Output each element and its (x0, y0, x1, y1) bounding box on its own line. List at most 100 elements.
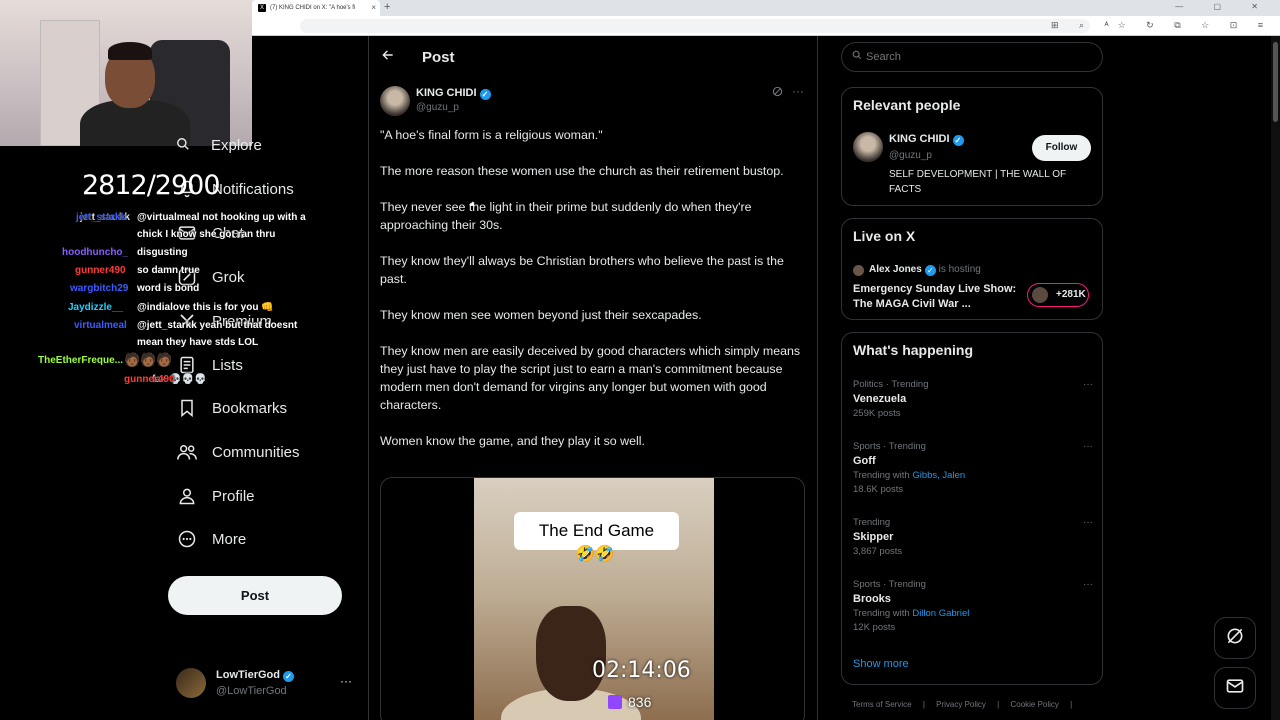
live-host[interactable]: Alex Jones ✓ is hosting (869, 264, 981, 276)
cookie-link[interactable]: Cookie Policy (1010, 700, 1058, 709)
host-name: Alex Jones (869, 264, 922, 275)
new-tab-button[interactable]: + (384, 1, 390, 13)
more-icon[interactable]: ··· (1083, 441, 1093, 452)
nav-label: Grok (212, 268, 245, 286)
card-title: Live on X (853, 228, 916, 244)
viewer-count: 836 (628, 694, 652, 710)
trend-with: Trending with Gibbs, Jalen (853, 470, 1093, 481)
url-field[interactable] (300, 19, 1090, 33)
person-bio: SELF DEVELOPMENT | THE WALL OF FACTS (889, 169, 1067, 195)
nav-profile[interactable]: Profile (176, 481, 255, 511)
search-input[interactable]: Search (841, 42, 1103, 72)
scrollbar-thumb[interactable] (1273, 42, 1278, 122)
terms-link[interactable]: Terms of Service (852, 700, 912, 709)
video-person-head (536, 606, 606, 701)
grok-fab[interactable] (1214, 617, 1256, 659)
follow-button[interactable]: Follow (1032, 135, 1091, 161)
privacy-link[interactable]: Privacy Policy (936, 700, 986, 709)
webcam-person-hair (108, 42, 152, 60)
account-switcher[interactable]: LowTierGod ✓ @LowTierGod ··· (176, 666, 356, 702)
trend-posts: 3,867 posts (853, 546, 903, 557)
person-name-row[interactable]: KING CHIDI ✓ (889, 133, 964, 146)
trend-posts: 18.6K posts (853, 484, 904, 495)
account-name: LowTierGod (216, 669, 280, 681)
trend-with-prefix: Trending with (853, 608, 910, 619)
trend-with-links[interactable]: Gibbs, Jalen (912, 470, 965, 481)
messages-fab[interactable] (1214, 667, 1256, 709)
author-name-row[interactable]: KING CHIDI ✓ (416, 87, 491, 100)
browser-toolbar-icons[interactable]: ⊞ ⌕ ᴬ☆ ↻ ⧉ ☆ ⊡ ≡ (1051, 20, 1272, 31)
post-paragraph: They know men are easily deceived by goo… (380, 344, 801, 412)
person-handle[interactable]: @guzu_p (889, 150, 932, 161)
nav-communities[interactable]: Communities (176, 437, 300, 467)
more-icon[interactable]: ··· (1083, 579, 1093, 590)
listener-count-badge[interactable]: +281K (1027, 283, 1089, 307)
mail-icon (1225, 676, 1245, 701)
list-icon (176, 354, 198, 376)
avatar (853, 265, 864, 276)
grok-icon (1225, 626, 1245, 651)
author-handle[interactable]: @guzu_p (416, 102, 459, 113)
back-arrow-icon[interactable] (381, 48, 395, 65)
footer-separator: | (997, 700, 1000, 709)
twitch-icon (608, 695, 622, 709)
trend-with-links[interactable]: Dillon Gabriel (912, 608, 969, 619)
avatar (176, 668, 206, 698)
post-button[interactable]: Post (168, 576, 342, 615)
trend-item[interactable]: Trending Skipper 3,867 posts ··· (853, 517, 1093, 557)
verified-badge-icon: ✓ (924, 265, 936, 276)
page-title: Post (422, 49, 455, 66)
profile-icon (176, 485, 198, 507)
trend-name: Brooks (853, 593, 891, 605)
chat-text: so damn true (137, 265, 200, 276)
show-more-link[interactable]: Show more (853, 658, 909, 670)
nav-more[interactable]: More (176, 524, 246, 554)
trend-item[interactable]: Sports · Trending Goff Trending with Gib… (853, 441, 1093, 495)
divider (368, 36, 369, 720)
chat-text: @virtualmeal not hooking up with a (137, 212, 306, 223)
post-media[interactable]: The End Game 🤣🤣 (380, 477, 805, 720)
nav-bookmarks[interactable]: Bookmarks (176, 393, 287, 423)
more-circle-icon (176, 528, 198, 550)
listener-count: +281K (1056, 289, 1086, 300)
chat-username: wargbitch29 (70, 283, 129, 294)
chat-username: TheEtherFreque... (38, 355, 124, 366)
more-icon[interactable]: ··· (1083, 517, 1093, 528)
chat-text: @indialove this is for you 👊 (137, 302, 274, 313)
chat-text: disgusting (137, 247, 188, 258)
close-tab-icon[interactable]: × (371, 3, 376, 12)
avatar[interactable] (853, 132, 883, 162)
nav-label: Lists (212, 356, 243, 374)
trend-meta: Sports · Trending (853, 579, 926, 590)
chat-emote-strip: 🧑🏾🧑🏾🧑🏾 (124, 352, 173, 367)
more-icon[interactable]: ··· (792, 84, 804, 98)
window-controls[interactable]: — ▢ ✕ (1175, 2, 1272, 11)
avatar[interactable] (380, 86, 410, 116)
trend-item[interactable]: Politics · Trending Venezuela 259K posts… (853, 379, 1093, 419)
chat-username: jett_starkk (76, 212, 127, 223)
chat-username: Jaydizzle__ (68, 302, 124, 313)
trend-meta: Trending (853, 517, 891, 528)
person-name: KING CHIDI (889, 133, 950, 145)
stream-goal-counter: 2812/2900 (82, 170, 221, 201)
nav-explore[interactable]: Explore (211, 137, 262, 154)
whats-happening-card: What's happening Politics · Trending Ven… (841, 332, 1103, 685)
grok-icon[interactable] (772, 86, 783, 100)
post-paragraph: They never see the light in their prime … (380, 200, 752, 232)
browser-tab[interactable]: X (7) KING CHIDI on X: "A hoe's fi × (252, 0, 380, 16)
more-icon[interactable]: ··· (1083, 379, 1093, 390)
search-placeholder: Search (866, 51, 901, 63)
verified-badge-icon: ✓ (479, 89, 491, 100)
mouse-cursor-icon: ▴ (470, 198, 475, 208)
scrollbar[interactable] (1271, 36, 1280, 720)
trend-with-prefix: Trending with (853, 470, 910, 481)
trend-meta: Politics · Trending (853, 379, 929, 390)
search-icon (176, 137, 190, 154)
more-icon[interactable]: ··· (340, 674, 352, 688)
verified-badge-icon: ✓ (282, 671, 294, 682)
trend-item[interactable]: Sports · Trending Brooks Trending with D… (853, 579, 1093, 633)
footer-separator: | (922, 700, 925, 709)
live-stream-title[interactable]: Emergency Sunday Live Show: The MAGA Civ… (853, 282, 1023, 312)
post-paragraph: Women know the game, and they play it so… (380, 434, 645, 448)
nav-label: Communities (212, 443, 300, 461)
